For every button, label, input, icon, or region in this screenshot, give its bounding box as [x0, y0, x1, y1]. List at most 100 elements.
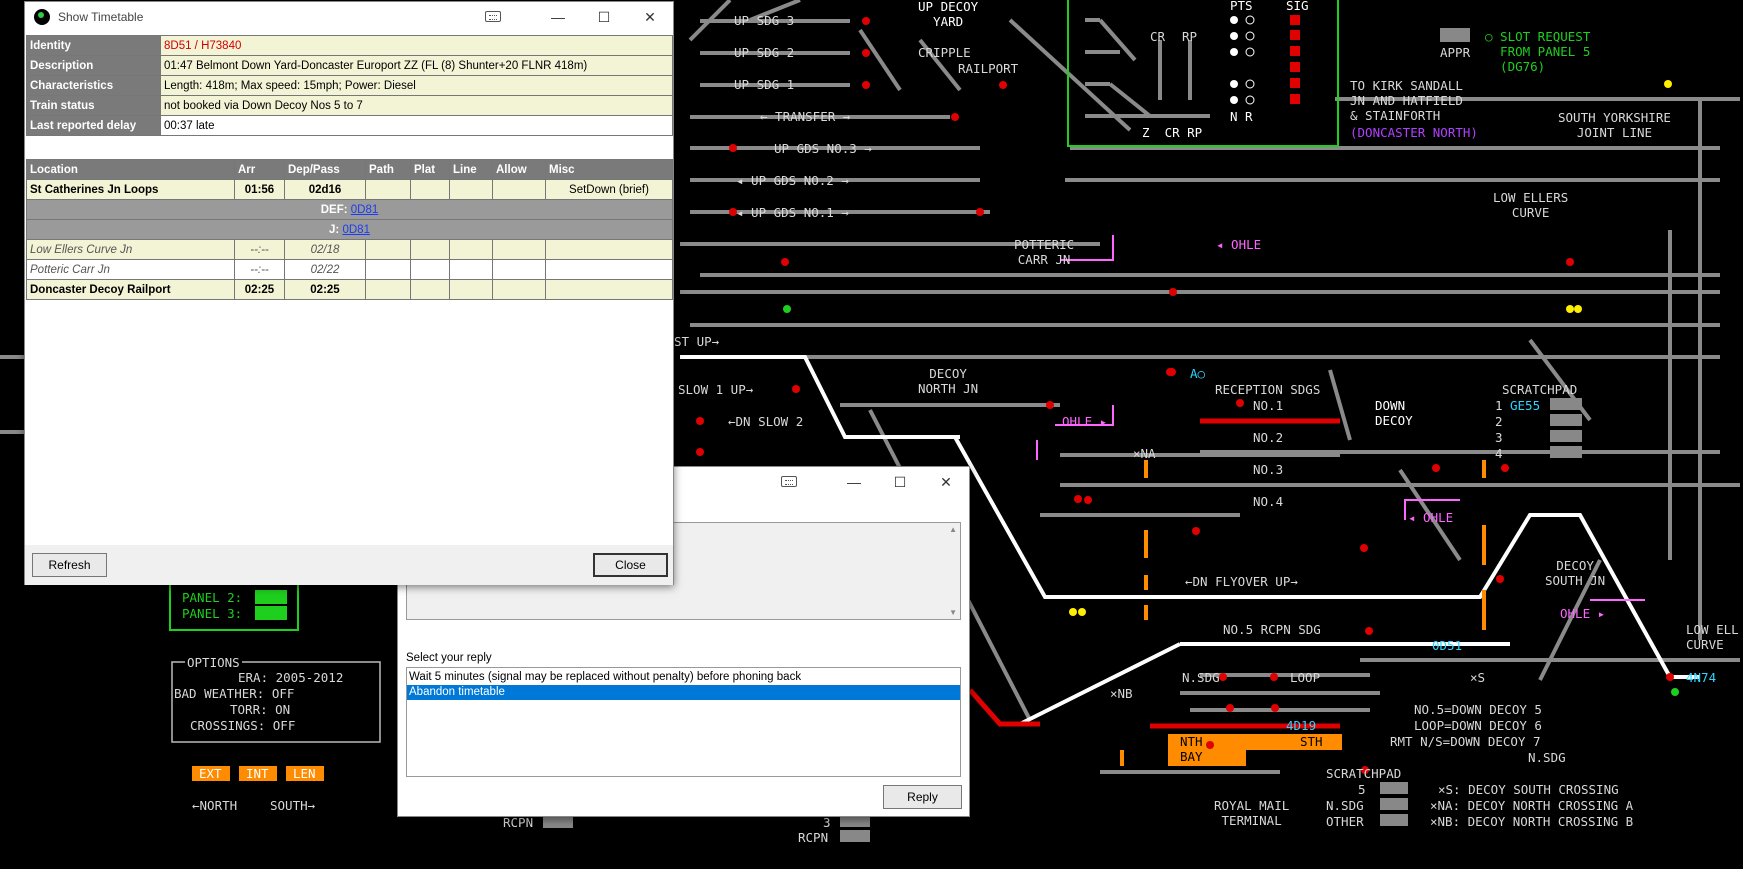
info-label: Characteristics: [26, 75, 161, 96]
south-yorkshire-label: SOUTH YORKSHIRE JOINT LINE: [1558, 110, 1671, 140]
scroll-up-icon[interactable]: ▲: [949, 525, 957, 534]
low-ellers-curve-right-label: LOW ELL CURVE: [1686, 622, 1739, 652]
minimize-icon[interactable]: —: [535, 2, 581, 32]
def-label: DEF:: [320, 203, 348, 216]
ohle-c-label: OHLE ▸: [1560, 606, 1606, 621]
panel2-label: PANEL 2:: [182, 590, 243, 605]
three-label: 3: [823, 815, 831, 830]
close-button[interactable]: Close: [593, 553, 668, 577]
scratchpad-other-label: OTHER: [1326, 814, 1364, 829]
info-value: 01:47 Belmont Down Yard-Doncaster Europo…: [160, 55, 673, 76]
plat-cell: [410, 239, 450, 260]
option-era[interactable]: ERA: 2005-2012: [238, 670, 343, 685]
dn-flyover-up-label: ←DN FLYOVER UP→: [1185, 574, 1298, 589]
down-decoy-label: DOWN DECOY: [1375, 398, 1413, 428]
south-button[interactable]: SOUTH→: [270, 798, 315, 813]
maximize-icon[interactable]: ☐: [581, 2, 627, 32]
maximize-icon[interactable]: ☐: [877, 467, 923, 497]
info-row-identity: Identity 8D51 / H73840: [26, 35, 673, 56]
keyboard-icon[interactable]: [781, 476, 797, 487]
info-row-characteristics: Characteristics Length: 418m; Max speed:…: [26, 75, 673, 96]
legend-loop: LOOP=DOWN DECOY 6: [1414, 718, 1542, 733]
table-row: Doncaster Decoy Railport 02:25 02:25: [26, 279, 673, 300]
reception-sdgs-label: RECEPTION SDGS: [1215, 382, 1321, 397]
line-cell: [449, 259, 493, 280]
reply-option-wait[interactable]: Wait 5 minutes (signal may be replaced w…: [407, 670, 960, 685]
scratchpad-bottom-label: SCRATCHPAD: [1326, 766, 1402, 781]
refresh-button[interactable]: Refresh: [32, 553, 107, 577]
info-row-description: Description 01:47 Belmont Down Yard-Donc…: [26, 55, 673, 76]
len-button[interactable]: LEN: [293, 766, 316, 781]
ext-button[interactable]: EXT: [199, 766, 222, 781]
no1-label: NO.1: [1253, 398, 1284, 413]
option-bad-weather[interactable]: BAD WEATHER: OFF: [174, 686, 294, 701]
crossing-legend-xs: ×S: DECOY SOUTH CROSSING: [1438, 782, 1619, 797]
j-link-0d81[interactable]: 0D81: [342, 224, 370, 236]
up-gds-1-label: ◂ UP GDS NO.1 →: [736, 205, 849, 220]
show-timetable-window[interactable]: Show Timetable — ☐ ✕ Identity 8D51 / H73…: [24, 1, 674, 585]
scroll-down-icon[interactable]: ▼: [949, 608, 957, 617]
int-button[interactable]: INT: [246, 766, 269, 781]
dep-cell: 02/18: [284, 239, 366, 260]
loop-label: LOOP: [1290, 670, 1321, 685]
location-cell: St Catherines Jn Loops: [26, 179, 235, 200]
potteric-carr-jn-label: POTTERIC CARR JN: [1014, 237, 1075, 267]
path-cell: [365, 279, 411, 300]
timetable-table: Location Arr Dep/Pass Path Plat Line All…: [26, 159, 673, 300]
ohle-a-label: OHLE ▸: [1062, 414, 1108, 429]
option-crossings[interactable]: CROSSINGS: OFF: [190, 718, 295, 733]
scratchpad-train-ge55[interactable]: GE55: [1510, 398, 1540, 413]
info-row-train-status: Train status not booked via Down Decoy N…: [26, 95, 673, 116]
timetable-window-titlebar[interactable]: Show Timetable — ☐ ✕: [25, 2, 673, 32]
info-row-delay: Last reported delay 00:37 late: [26, 115, 673, 136]
reply-option-abandon[interactable]: Abandon timetable: [407, 685, 960, 700]
pts-label: PTS: [1230, 0, 1253, 13]
line-cell: [449, 279, 493, 300]
keyboard-icon[interactable]: [485, 11, 501, 22]
col-allow: Allow: [492, 159, 546, 180]
minimize-icon[interactable]: —: [831, 467, 877, 497]
info-label: Identity: [26, 35, 161, 56]
cripple-label: CRIPPLE: [918, 45, 971, 60]
train-id-4d19[interactable]: 4D19: [1286, 718, 1316, 733]
def-link-0d81[interactable]: 0D81: [351, 204, 379, 216]
up-sdg-3-label: UP SDG 3: [734, 13, 795, 28]
info-value-identity: 8D51 / H73840: [160, 35, 673, 56]
location-cell: Potteric Carr Jn: [26, 259, 235, 280]
reply-options-list[interactable]: Wait 5 minutes (signal may be replaced w…: [406, 667, 961, 777]
reply-button[interactable]: Reply: [883, 785, 962, 809]
allow-cell: [492, 179, 546, 200]
location-cell: Doncaster Decoy Railport: [26, 279, 235, 300]
path-cell: [365, 239, 411, 260]
close-icon[interactable]: ✕: [923, 467, 969, 497]
def-cell: DEF: 0D81: [26, 199, 673, 220]
ohle-b-label: ◂ OHLE: [1408, 510, 1454, 525]
timetable-header-row: Location Arr Dep/Pass Path Plat Line All…: [26, 159, 673, 180]
plat-cell: [410, 279, 450, 300]
allow-cell: [492, 259, 546, 280]
option-torr[interactable]: TORR: ON: [230, 702, 290, 717]
ohle-label: ◂ OHLE: [1216, 237, 1262, 252]
info-value: 00:37 late: [160, 115, 673, 136]
plat-cell: [410, 259, 450, 280]
col-location: Location: [26, 159, 235, 180]
table-row: Low Ellers Curve Jn --:-- 02/18: [26, 239, 673, 260]
train-id-0d51[interactable]: 0D51: [1432, 638, 1462, 653]
no5-rcpn-sdg-label: NO.5 RCPN SDG: [1223, 622, 1321, 637]
crossing-legend-xnb: ×NB: DECOY NORTH CROSSING B: [1430, 814, 1634, 829]
dep-cell: 02/22: [284, 259, 366, 280]
rcpn-label-1: RCPN: [503, 815, 534, 830]
info-label: Last reported delay: [26, 115, 161, 136]
path-cell: [365, 179, 411, 200]
select-reply-label: Select your reply: [406, 652, 492, 664]
dep-cell: 02d16: [284, 179, 366, 200]
train-id-4n74[interactable]: 4N74: [1686, 670, 1716, 685]
misc-cell: SetDown (brief): [545, 179, 673, 200]
north-button[interactable]: ←NORTH: [192, 798, 237, 813]
n-r-label: N R: [1230, 109, 1253, 124]
scratchpad-row-1: 1: [1495, 398, 1503, 413]
legend-no5: NO.5=DOWN DECOY 5: [1414, 702, 1542, 717]
j-cell: J: 0D81: [26, 219, 673, 240]
close-icon[interactable]: ✕: [627, 2, 673, 32]
dep-cell: 02:25: [284, 279, 366, 300]
